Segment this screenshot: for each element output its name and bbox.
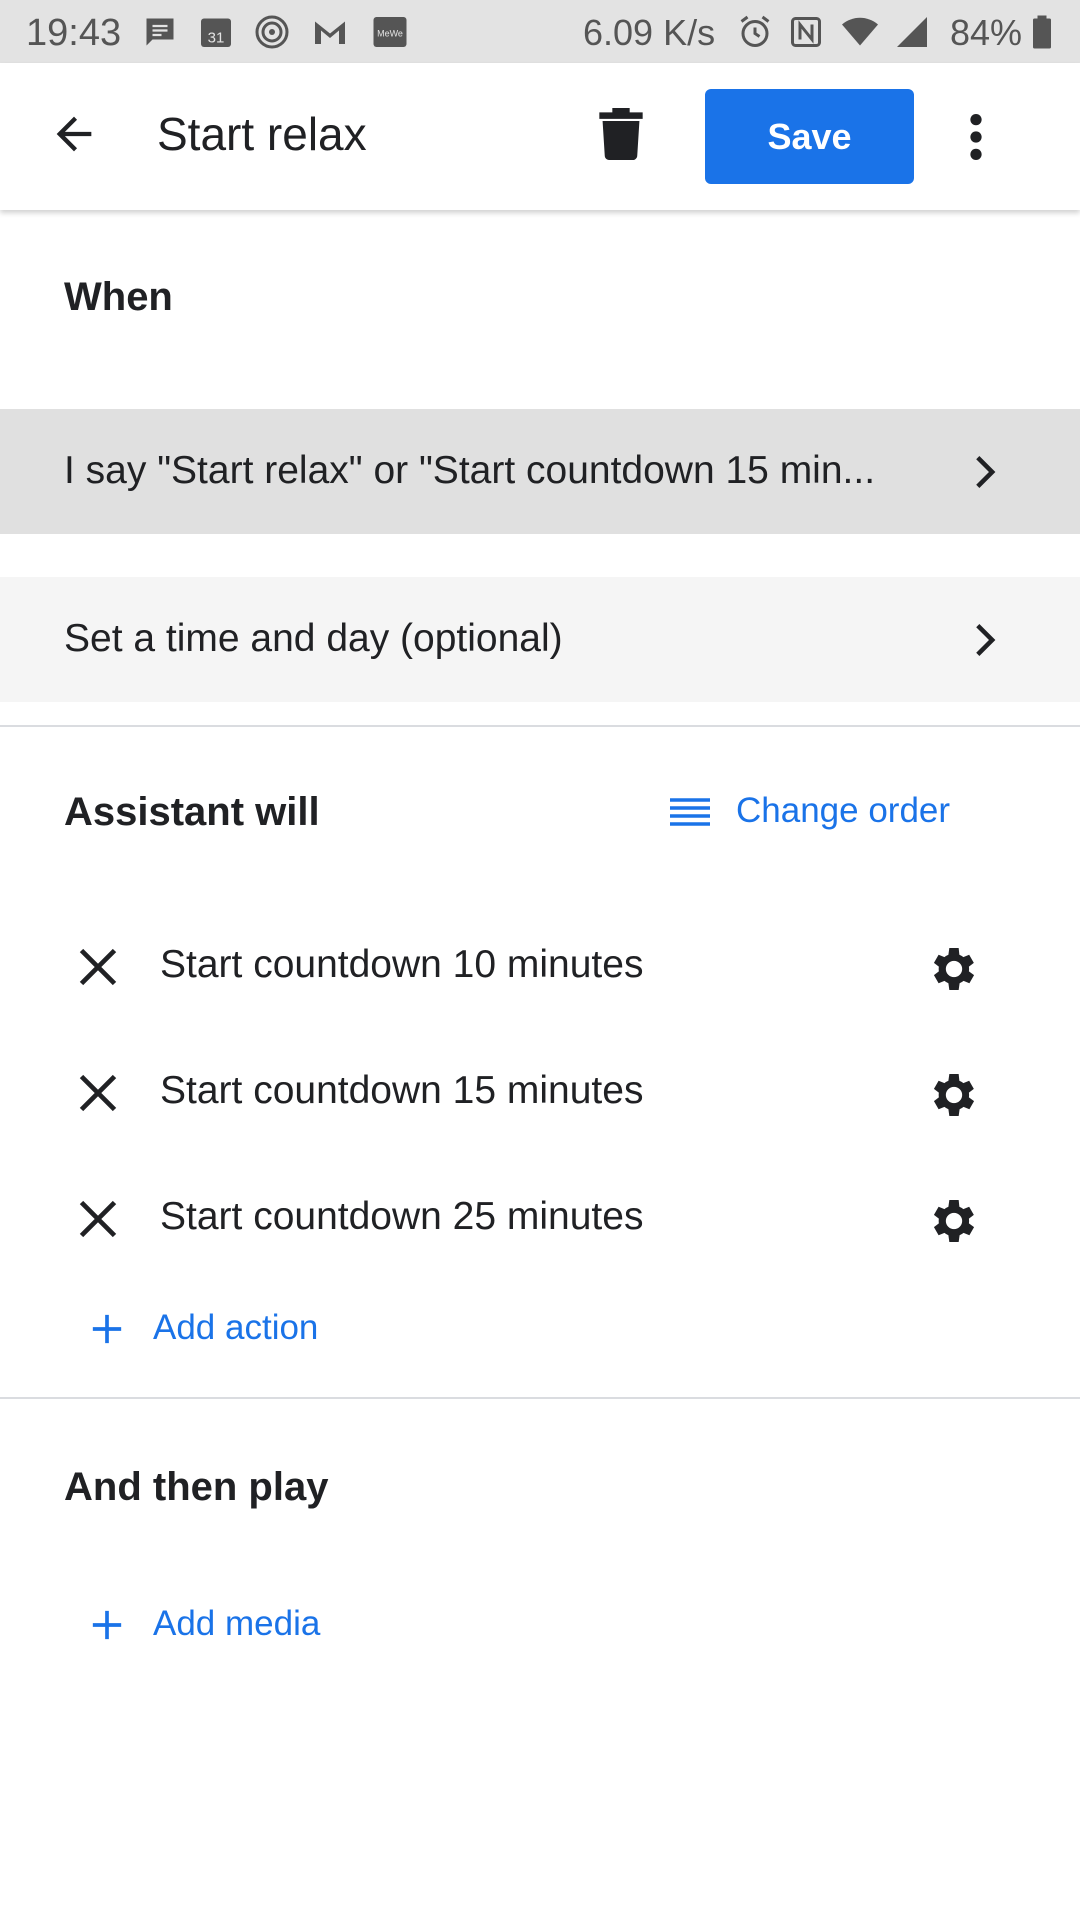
chevron-right-icon — [976, 624, 996, 656]
remove-action-icon[interactable] — [76, 945, 120, 989]
settings-gear-icon[interactable] — [926, 1067, 982, 1123]
section-divider — [0, 1397, 1080, 1399]
status-bar: 19:43 31 MeWe 6.09 K/s 84% — [0, 0, 1080, 63]
plus-icon — [92, 1610, 122, 1640]
time-day-row[interactable]: Set a time and day (optional) — [0, 577, 1080, 702]
action-label[interactable]: Start countdown 10 minutes — [160, 943, 643, 987]
section-divider — [0, 725, 1080, 727]
action-row: Start countdown 15 minutes — [0, 1043, 1080, 1143]
message-icon — [146, 18, 174, 46]
change-order-label: Change order — [736, 791, 951, 830]
when-heading: When — [64, 275, 173, 319]
settings-gear-icon[interactable] — [926, 1193, 982, 1249]
trigger-phrase-row[interactable]: I say "Start relax" or "Start countdown … — [0, 409, 1080, 534]
trash-icon[interactable] — [598, 108, 644, 160]
signal-icon — [897, 17, 927, 47]
battery-icon — [1033, 15, 1051, 49]
save-button[interactable]: Save — [705, 89, 914, 184]
wifi-icon — [842, 17, 878, 46]
calendar-icon: 31 — [201, 18, 231, 47]
mewe-text: MeWe — [377, 29, 403, 39]
remove-action-icon[interactable] — [76, 1071, 120, 1115]
chevron-right-icon — [976, 456, 996, 488]
action-row: Start countdown 25 minutes — [0, 1169, 1080, 1269]
plus-icon — [92, 1314, 122, 1344]
app-bar: Start relax Save — [0, 63, 1080, 210]
mewe-icon: MeWe — [373, 17, 407, 47]
alarm-icon — [740, 15, 770, 47]
page-title: Start relax — [157, 108, 367, 160]
assistant-will-heading: Assistant will — [64, 790, 320, 834]
gmail-icon — [315, 21, 345, 44]
action-row: Start countdown 10 minutes — [0, 917, 1080, 1017]
remove-action-icon[interactable] — [76, 1197, 120, 1241]
add-media-label: Add media — [153, 1604, 321, 1643]
then-play-heading: And then play — [64, 1465, 329, 1509]
battery-level: 84% — [950, 12, 1023, 53]
add-action-label: Add action — [153, 1308, 319, 1347]
more-vert-icon[interactable] — [960, 111, 992, 163]
trigger-phrase-text: I say "Start relax" or "Start countdown … — [64, 449, 876, 492]
action-label[interactable]: Start countdown 15 minutes — [160, 1069, 643, 1113]
nfc-icon — [791, 17, 821, 47]
settings-gear-icon[interactable] — [926, 941, 982, 997]
time-day-text: Set a time and day (optional) — [64, 617, 563, 660]
calendar-day: 31 — [208, 30, 225, 47]
action-label[interactable]: Start countdown 25 minutes — [160, 1195, 643, 1239]
status-time: 19:43 — [26, 12, 122, 54]
network-speed: 6.09 K/s — [583, 12, 716, 53]
reorder-icon — [670, 798, 710, 826]
back-arrow-icon[interactable] — [48, 108, 100, 160]
hotspot-icon — [255, 15, 289, 49]
